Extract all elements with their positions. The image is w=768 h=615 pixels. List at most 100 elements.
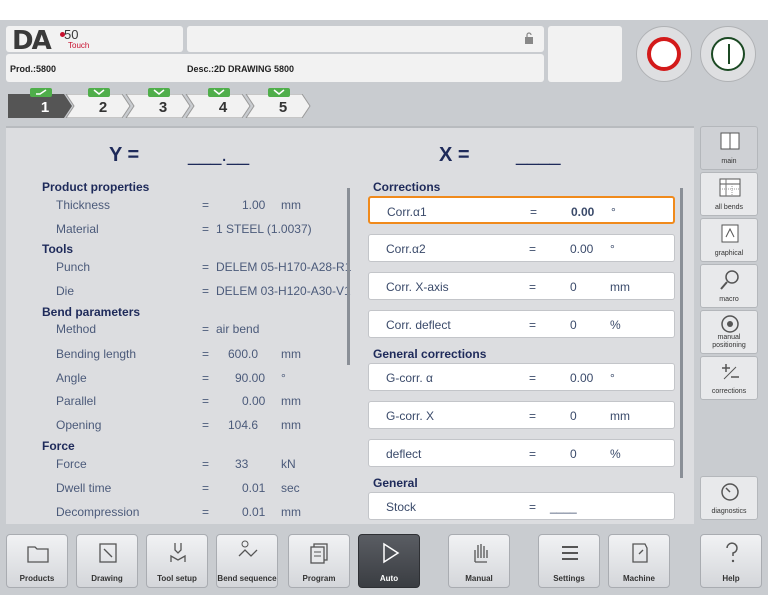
equals-sign: = [529, 500, 537, 514]
corr-deflect-field[interactable]: Corr. deflect = 0 % [368, 310, 675, 338]
tab-label: 4 [218, 99, 228, 116]
side-label: all bends [714, 204, 744, 211]
side-macro-button[interactable]: macro [700, 264, 758, 308]
corr-alpha2-field[interactable]: Corr.α2 = 0.00 ° [368, 234, 675, 262]
right-scrollbar[interactable] [680, 188, 683, 478]
side-manual-positioning-button[interactable]: manual positioning [700, 310, 758, 354]
y-axis-label: Y = [109, 144, 140, 166]
equals-sign: = [202, 457, 210, 471]
nav-label: Settings [553, 574, 585, 583]
nav-drawing-button[interactable]: Drawing [76, 534, 138, 588]
section-force: Force [42, 439, 75, 453]
dial-icon [721, 315, 739, 333]
equals-sign: = [202, 371, 210, 385]
product-label: Prod.:5800 [10, 64, 57, 74]
nav-label: Machine [622, 574, 655, 583]
parallel-unit: mm [281, 394, 301, 408]
equals-sign: = [202, 222, 210, 236]
nav-machine-button[interactable]: Machine [608, 534, 670, 588]
side-corrections-button[interactable]: corrections [700, 356, 758, 400]
punch-label: Punch [56, 260, 91, 274]
thickness-unit: mm [281, 198, 301, 212]
angle-value: 90.00 [235, 371, 266, 385]
start-button[interactable] [700, 26, 756, 82]
gcorr-x-field[interactable]: G-corr. X = 0 mm [368, 401, 675, 429]
side-main-button[interactable]: main [700, 126, 758, 170]
field-unit: mm [610, 409, 630, 423]
tab-step-2[interactable]: 2 [64, 88, 132, 118]
gcorr-alpha-field[interactable]: G-corr. α = 0.00 ° [368, 363, 675, 391]
decompression-unit: mm [281, 505, 301, 519]
step-status-icon [30, 88, 52, 97]
equals-sign: = [529, 409, 537, 423]
stop-icon [647, 37, 681, 71]
opening-value: 104.6 [228, 418, 259, 432]
corr-alpha1-field[interactable]: Corr.α1 = 0.00 ° [368, 196, 675, 224]
unlock-icon[interactable] [524, 32, 534, 44]
field-label: G-corr. α [386, 371, 433, 385]
parallel-value: 0.00 [242, 394, 266, 408]
side-label: graphical [714, 250, 744, 257]
stop-button[interactable] [636, 26, 692, 82]
status-box [548, 26, 622, 82]
message-bar [187, 26, 544, 52]
program-icon [310, 543, 328, 564]
field-unit: % [610, 318, 621, 332]
nav-tool-setup-button[interactable]: Tool setup [146, 534, 208, 588]
nav-products-button[interactable]: Products [6, 534, 68, 588]
field-unit: ° [610, 371, 615, 385]
tab-label: 5 [278, 99, 288, 116]
nav-label: Program [302, 574, 336, 583]
side-label: corrections [711, 388, 747, 395]
start-icon [711, 37, 745, 71]
nav-manual-button[interactable]: Manual [448, 534, 510, 588]
tab-step-5[interactable]: 5 [244, 88, 312, 118]
magnifier-icon [720, 270, 739, 290]
tab-label: 3 [158, 99, 168, 116]
die-value: DELEM 03-H120-A30-V1 [216, 284, 351, 298]
side-diagnostics-button[interactable]: diagnostics [700, 476, 758, 520]
nav-bend-sequence-button[interactable]: Bend sequence [216, 534, 278, 588]
nav-label: Products [19, 574, 55, 583]
machine-icon [632, 543, 648, 563]
drawing-icon [99, 543, 117, 563]
angle-label: Angle [56, 371, 87, 385]
step-status-icon [268, 88, 290, 97]
decompression-label: Decompression [56, 505, 140, 519]
nav-settings-button[interactable]: Settings [538, 534, 600, 588]
opening-label: Opening [56, 418, 102, 432]
bending-length-value: 600.0 [228, 347, 259, 361]
side-label: macro [719, 296, 739, 303]
step-status-icon [148, 88, 170, 97]
gauge-icon [721, 483, 739, 501]
plus-minus-icon [722, 364, 739, 380]
equals-sign: = [202, 198, 210, 212]
y-axis-value: ___.__ [188, 144, 250, 166]
logo-number: 50 [64, 27, 79, 42]
stock-field[interactable]: Stock = ____ [368, 492, 675, 520]
nav-program-button[interactable]: Program [288, 534, 350, 588]
field-value: 0 [570, 318, 577, 332]
hand-icon [474, 544, 488, 563]
force-unit: kN [281, 457, 296, 471]
side-graphical-button[interactable]: graphical [700, 218, 758, 262]
equals-sign: = [202, 394, 210, 408]
tab-step-3[interactable]: 3 [124, 88, 192, 118]
field-value: 0.00 [570, 371, 594, 385]
step-status-icon [88, 88, 110, 97]
equals-sign: = [529, 371, 537, 385]
tab-step-4[interactable]: 4 [184, 88, 252, 118]
bending-length-label: Bending length [56, 347, 137, 361]
folder-icon [27, 546, 49, 563]
left-scrollbar[interactable] [347, 188, 350, 365]
nav-help-button[interactable]: Help [700, 534, 762, 588]
corr-x-axis-field[interactable]: Corr. X-axis = 0 mm [368, 272, 675, 300]
equals-sign: = [202, 347, 210, 361]
deflect-field[interactable]: deflect = 0 % [368, 439, 675, 467]
side-all-bends-button[interactable]: all bends [700, 172, 758, 216]
nav-auto-button[interactable]: Auto [358, 534, 420, 588]
field-unit: % [610, 447, 621, 461]
material-label: Material [56, 222, 99, 236]
side-label: main [721, 158, 737, 165]
method-value: air bend [216, 322, 260, 336]
